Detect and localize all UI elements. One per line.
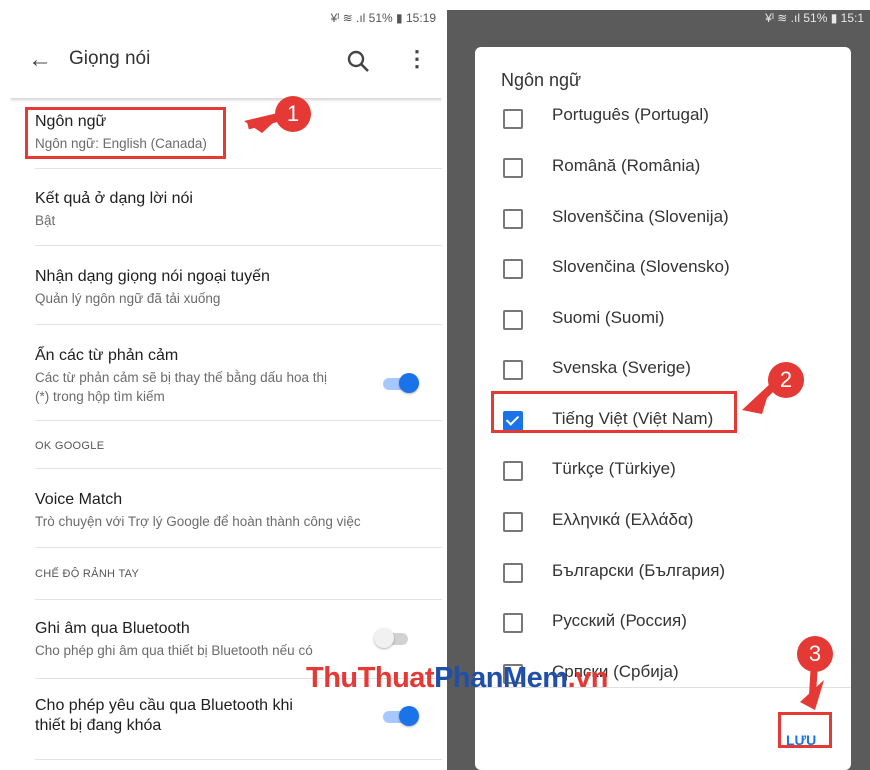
annotation-badge-1: 1 <box>275 96 311 132</box>
watermark: ThuThuatPhanMem.vn <box>306 662 608 695</box>
annotation-arrows <box>244 111 824 710</box>
annotation-badge-2: 2 <box>768 362 804 398</box>
watermark-part: ThuThuat <box>306 662 435 694</box>
watermark-part: .vn <box>567 662 609 694</box>
watermark-part: PhanMem <box>434 662 568 694</box>
annotation-badge-3: 3 <box>797 636 833 672</box>
arrow-2 <box>742 382 772 414</box>
